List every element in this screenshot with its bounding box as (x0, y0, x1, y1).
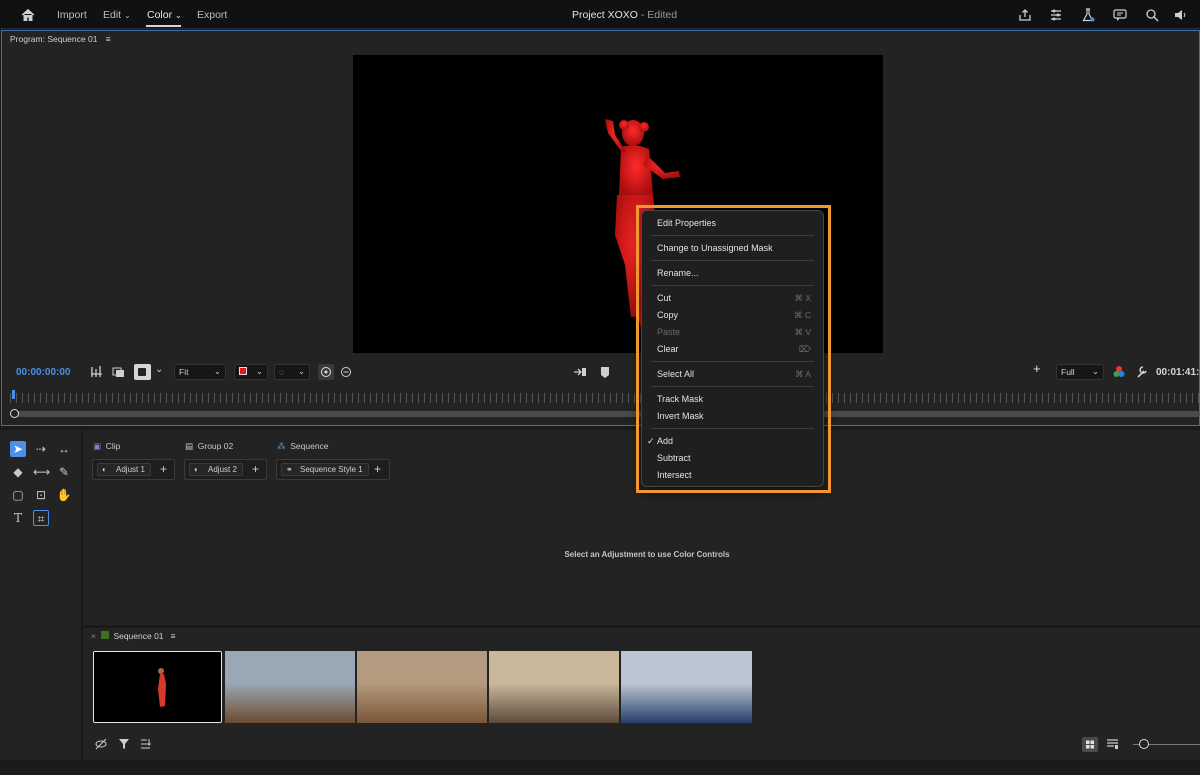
list-view-icon[interactable] (1106, 738, 1119, 750)
slip-icon[interactable]: ⟷ (33, 464, 50, 480)
filter-icon[interactable] (118, 738, 130, 750)
hand-icon[interactable]: ✋ (56, 487, 72, 503)
record-select[interactable]: ⌄ (234, 364, 268, 380)
scrub-knob[interactable] (10, 409, 19, 418)
color-wheels-icon[interactable] (1112, 364, 1126, 380)
grid-view-icon[interactable] (1082, 737, 1098, 752)
rectangle-icon[interactable]: ▢ (10, 487, 26, 503)
fit-settings-icon[interactable] (90, 364, 104, 380)
adjustment-chip-1: ◐ Adjust 1 + (92, 459, 175, 480)
breadcrumb-sequence[interactable]: ⁂ Sequence (277, 441, 329, 452)
pen-icon[interactable]: ✎ (56, 464, 72, 480)
overlay-icon[interactable] (112, 364, 126, 380)
speaker-icon[interactable] (1173, 7, 1189, 23)
sequence-style-button[interactable]: ⚭ Sequence Style 1 (281, 463, 369, 476)
search-icon[interactable] (1144, 7, 1160, 23)
clip-thumbnail[interactable] (489, 651, 619, 723)
flask-icon[interactable] (1080, 7, 1096, 23)
mask-view-toggle[interactable] (134, 364, 151, 380)
group-icon: ▤ (185, 441, 194, 451)
menu-edit[interactable]: Edit ⌄ (103, 9, 131, 21)
clip-icon: ▣ (93, 441, 102, 451)
sequence-tab[interactable]: × Sequence 01 ≡ (91, 631, 176, 641)
breadcrumb-clip[interactable]: ▣ Clip (93, 441, 120, 452)
resolution-select[interactable]: Full ⌄ (1056, 364, 1104, 380)
chevron-down-icon[interactable]: ⌄ (155, 364, 163, 380)
zoom-select[interactable]: Fit ⌄ (174, 364, 226, 380)
share-icon[interactable] (1017, 7, 1033, 23)
insert-icon[interactable] (572, 364, 588, 380)
add-adjustment-button[interactable]: + (252, 462, 259, 476)
clip-thumbnail[interactable] (621, 651, 752, 723)
time-ruler[interactable] (10, 393, 1200, 403)
add-style-button[interactable]: + (374, 462, 381, 476)
lasso-icon: ◌ (279, 367, 285, 377)
track-select-icon[interactable]: ⇢ (33, 441, 49, 457)
target-icon[interactable] (318, 364, 334, 380)
overwrite-icon[interactable] (598, 364, 612, 380)
program-monitor-panel: Program: Sequence 01 ≡ 00:00:00:00 ⌄ Fit… (1, 30, 1200, 426)
type-icon[interactable]: T (10, 510, 26, 526)
program-monitor-title: Program: Sequence 01 ≡ (10, 34, 111, 44)
close-icon[interactable]: × (91, 631, 96, 641)
sliders-icon[interactable] (1048, 7, 1064, 23)
adjust-2-button[interactable]: ◐ Adjust 2 (189, 463, 243, 476)
selection-tool-icon[interactable]: ➤ (10, 441, 26, 457)
record-icon (239, 367, 247, 375)
menu-export[interactable]: Export (197, 9, 227, 21)
sequence-color-swatch (100, 631, 109, 639)
clip-thumbnail[interactable] (93, 651, 222, 723)
scrub-bar[interactable] (10, 411, 1200, 417)
style-icon: ⚭ (286, 465, 293, 474)
highlight-outline (636, 205, 831, 493)
menu-import[interactable]: Import (57, 9, 87, 21)
duration-timecode: 00:01:41:0 (1156, 367, 1200, 378)
clip-thumbnail[interactable] (225, 651, 355, 723)
crop-icon[interactable]: ⊡ (33, 487, 49, 503)
adjust-icon: ◐ (102, 465, 107, 474)
tools-panel: ➤ ⇢ ↔ ◆ ⟷ ✎ ▢ ⊡ ✋ T ⌗ (0, 430, 81, 760)
current-timecode[interactable]: 00:00:00:00 (16, 367, 70, 378)
sequence-icon: ⁂ (277, 441, 286, 451)
playhead[interactable] (12, 390, 15, 399)
sort-icon[interactable] (140, 738, 152, 750)
breadcrumb-group[interactable]: ▤ Group 02 (185, 441, 233, 452)
clip-thumbnail[interactable] (357, 651, 487, 723)
add-button-icon[interactable]: + (1033, 361, 1041, 377)
transform-icon[interactable]: ⌗ (33, 510, 49, 526)
zoom-slider-knob[interactable] (1139, 739, 1149, 749)
active-menu-indicator (146, 25, 181, 27)
adjustment-chip-2: ◐ Adjust 2 + (184, 459, 267, 480)
timeline-panel: × Sequence 01 ≡ (83, 628, 1200, 760)
top-bar: Import Edit ⌄ Color ⌄ Export Project XOX… (0, 0, 1200, 29)
chat-icon[interactable] (1112, 7, 1128, 23)
add-adjustment-button[interactable]: + (160, 462, 167, 476)
lasso-select[interactable]: ◌ ⌄ (274, 364, 310, 380)
ripple-edit-icon[interactable]: ↔ (56, 441, 72, 457)
adjust-1-button[interactable]: ◐ Adjust 1 (97, 463, 151, 476)
figure-thumbnail-art (94, 652, 221, 722)
wrench-icon[interactable] (1135, 364, 1149, 380)
adjust-icon: ◐ (194, 465, 199, 474)
sequence-style-chip: ⚭ Sequence Style 1 + (276, 459, 390, 480)
razor-icon[interactable]: ◆ (10, 464, 26, 480)
home-icon[interactable] (20, 7, 36, 23)
color-controls-hint: Select an Adjustment to use Color Contro… (564, 550, 730, 559)
eye-off-icon[interactable] (95, 738, 107, 750)
menu-color[interactable]: Color ⌄ (147, 9, 182, 21)
project-title: Project XOXO - Edited (572, 9, 678, 21)
minus-circle-icon[interactable] (340, 364, 352, 380)
status-bar (0, 760, 1200, 775)
